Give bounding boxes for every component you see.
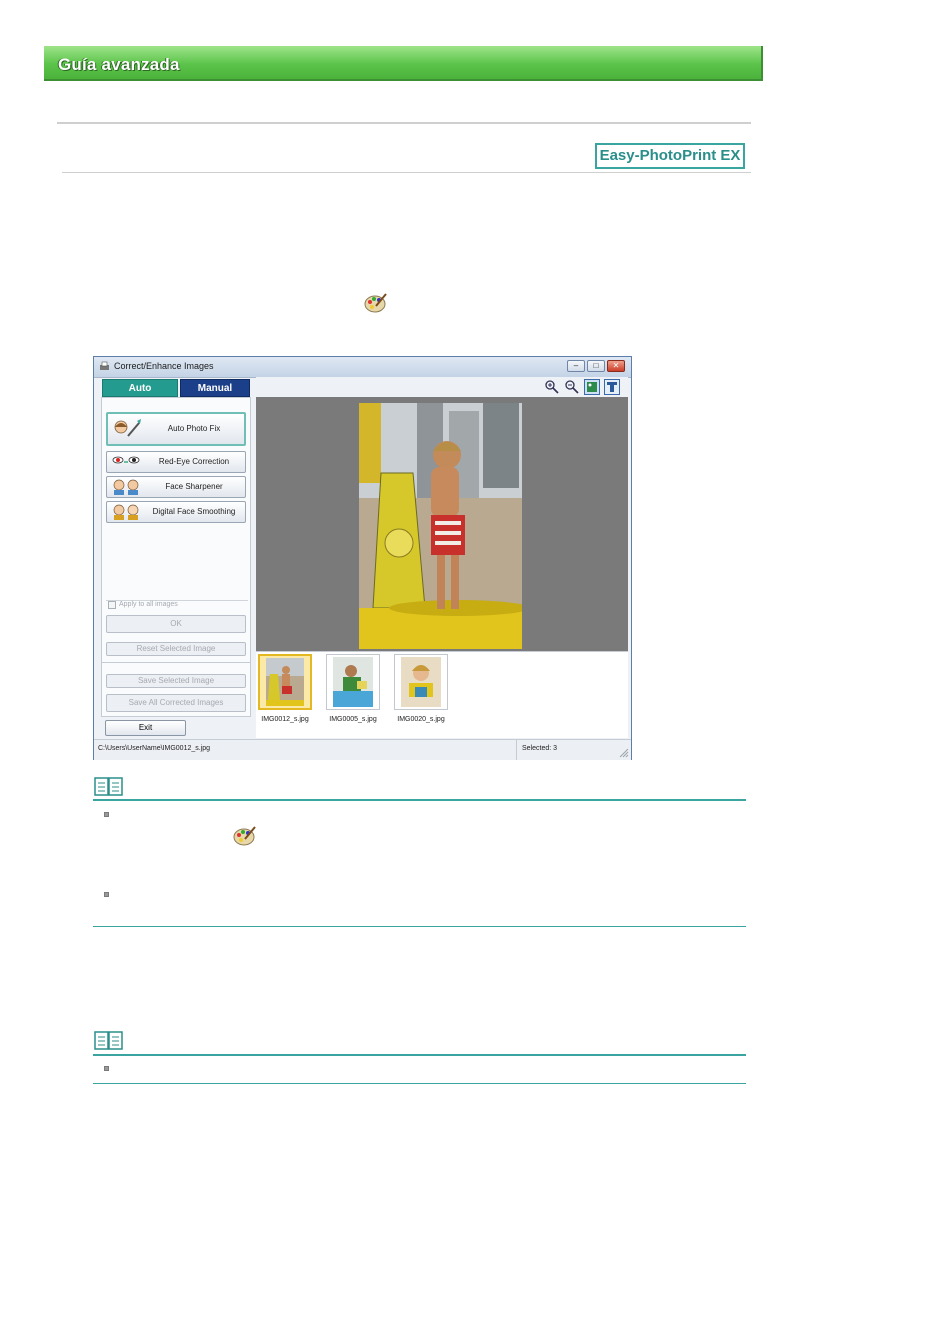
face-sharpener-icon: [113, 479, 139, 495]
thumbnail-item[interactable]: [394, 654, 448, 710]
note-end-rule: [93, 1083, 746, 1084]
zoom-out-icon[interactable]: [564, 379, 580, 395]
thumbnail-item[interactable]: [258, 654, 312, 710]
preview-toolbar: [256, 377, 628, 397]
reset-selected-image-button[interactable]: Reset Selected Image: [106, 642, 246, 656]
red-eye-correction-label: Red-Eye Correction: [158, 457, 230, 466]
section-divider: [62, 172, 751, 173]
auto-photo-fix-icon: [114, 419, 141, 437]
close-button[interactable]: ✕: [607, 360, 625, 372]
digital-face-smoothing-button[interactable]: Digital Face Smoothing: [106, 501, 246, 523]
top-divider: [57, 122, 751, 124]
window-title: Correct/Enhance Images: [114, 361, 214, 371]
note-book-icon: [94, 777, 123, 796]
view-list-icon[interactable]: [604, 379, 620, 395]
zoom-in-icon[interactable]: [544, 379, 560, 395]
thumbnail-strip: IMG0012_s.jpg IMG0005_s.jpg IMG0020_s.jp…: [256, 651, 628, 738]
thumbnail-caption: IMG0012_s.jpg: [261, 716, 309, 723]
printer-app-icon: [100, 361, 109, 370]
note-bullet: [104, 1066, 109, 1071]
preview-photo: [359, 403, 522, 649]
thumbnail-image: [266, 658, 304, 706]
close-icon: ✕: [612, 361, 620, 370]
resize-grip-icon[interactable]: [619, 748, 629, 758]
note-bullet: [104, 812, 109, 817]
left-panel: Auto Photo Fix Red-Eye Correction Face S…: [101, 397, 251, 717]
face-smoothing-icon: [113, 504, 139, 520]
status-selected-count: Selected: 3: [522, 745, 558, 752]
product-logo: Easy-PhotoPrint EX: [595, 143, 745, 169]
palette-icon: [233, 826, 256, 846]
window-titlebar[interactable]: Correct/Enhance Images – □ ✕: [94, 357, 631, 378]
header-banner: Guía avanzada: [44, 46, 763, 81]
tab-auto[interactable]: Auto: [102, 379, 178, 397]
digital-face-smoothing-label: Digital Face Smoothing: [152, 507, 236, 516]
tab-manual[interactable]: Manual: [180, 379, 250, 397]
page-title: Guía avanzada: [58, 55, 180, 74]
auto-photo-fix-label: Auto Photo Fix: [167, 424, 221, 433]
note-rule: [93, 799, 746, 801]
view-image-icon[interactable]: [584, 379, 600, 395]
note-rule: [93, 1054, 746, 1056]
palette-icon: [364, 293, 387, 313]
thumbnail-image: [401, 657, 441, 707]
maximize-button[interactable]: □: [587, 360, 605, 372]
minimize-icon: –: [573, 361, 579, 370]
face-sharpener-button[interactable]: Face Sharpener: [106, 476, 246, 498]
note-bullet: [104, 892, 109, 897]
auto-photo-fix-button[interactable]: Auto Photo Fix: [106, 412, 246, 446]
apply-all-label: Apply to all images: [119, 601, 178, 608]
red-eye-correction-button[interactable]: Red-Eye Correction: [106, 451, 246, 473]
status-path: C:\Users\UserName\IMG0012_s.jpg: [98, 745, 211, 752]
note-end-rule: [93, 926, 746, 927]
maximize-icon: □: [593, 361, 599, 370]
status-divider: [516, 740, 517, 760]
minimize-button[interactable]: –: [567, 360, 585, 372]
red-eye-icon: [112, 456, 140, 464]
exit-button[interactable]: Exit: [105, 720, 186, 736]
image-preview-area[interactable]: [256, 397, 628, 651]
apply-all-checkbox[interactable]: [108, 601, 116, 609]
correct-enhance-window: Correct/Enhance Images – □ ✕ Auto Manual…: [93, 356, 632, 760]
note-book-icon: [94, 1031, 123, 1050]
save-selected-image-button[interactable]: Save Selected Image: [106, 674, 246, 688]
thumbnail-image: [333, 657, 373, 707]
ok-button[interactable]: OK: [106, 615, 246, 633]
status-bar: C:\Users\UserName\IMG0012_s.jpg Selected…: [94, 739, 631, 760]
face-sharpener-label: Face Sharpener: [165, 482, 223, 491]
thumbnail-item[interactable]: [326, 654, 380, 710]
save-all-corrected-images-button[interactable]: Save All Corrected Images: [106, 694, 246, 712]
thumbnail-caption: IMG0020_s.jpg: [397, 716, 445, 723]
thumbnail-caption: IMG0005_s.jpg: [329, 716, 377, 723]
panel-divider-2: [102, 662, 250, 663]
